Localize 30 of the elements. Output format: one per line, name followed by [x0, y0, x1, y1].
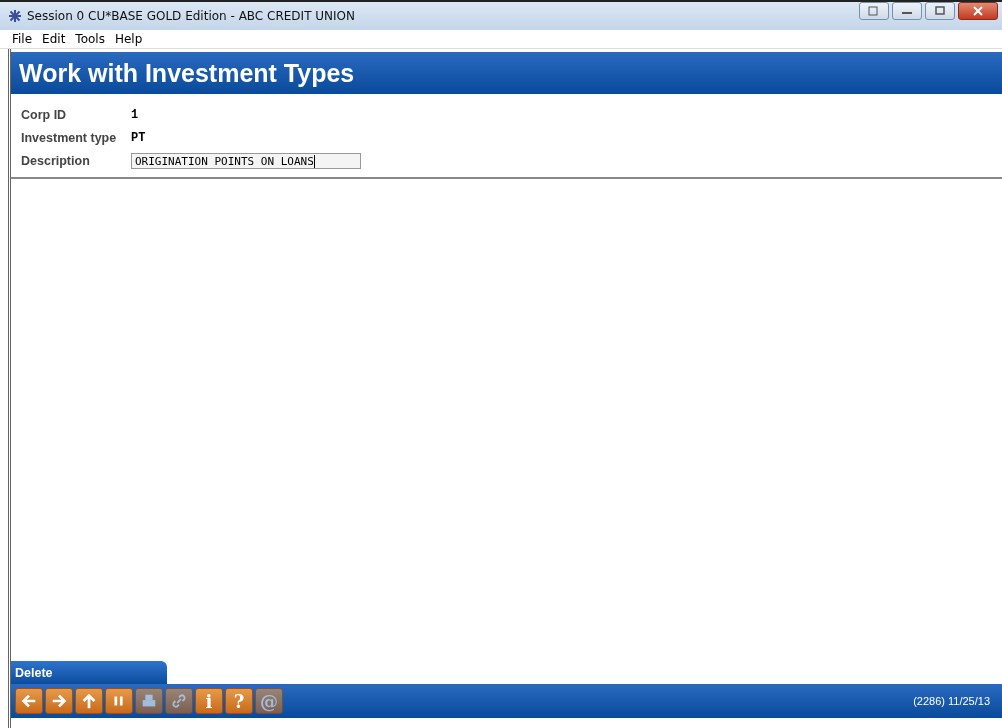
close-icon — [972, 6, 984, 16]
page-header: Work with Investment Types — [11, 52, 1002, 94]
menu-item[interactable]: Edit — [42, 32, 66, 46]
pause-button[interactable] — [105, 688, 133, 714]
field-label: Investment type — [21, 131, 118, 145]
delete-tab[interactable]: Delete — [11, 661, 167, 684]
link-icon — [170, 692, 188, 710]
description-field[interactable]: ORIGINATION POINTS ON LOANS — [131, 153, 361, 169]
maximize-button[interactable] — [925, 2, 955, 20]
left-arrow-icon — [20, 692, 38, 710]
status-text: (2286) 11/25/13 — [913, 695, 990, 707]
window-title: Session 0 CU*BASE GOLD Edition - ABC CREDIT UNION — [27, 9, 355, 23]
menu-item[interactable]: Tools — [75, 32, 105, 46]
minimize-button[interactable] — [892, 2, 922, 20]
menu-item[interactable]: Help — [114, 32, 143, 46]
asterisk-icon — [8, 9, 22, 23]
up-arrow-icon — [80, 692, 98, 710]
right-arrow-icon — [50, 692, 68, 710]
up-button[interactable] — [75, 688, 103, 714]
back-button[interactable] — [15, 688, 43, 714]
menu-item[interactable]: File — [12, 32, 33, 46]
field-label: Corp ID — [21, 108, 68, 122]
close-button[interactable] — [958, 2, 998, 20]
restore-button[interactable] — [859, 2, 889, 20]
maximize-icon — [934, 6, 946, 16]
field-value: 1 — [131, 108, 139, 122]
forward-button[interactable] — [45, 688, 73, 714]
field-value: PT — [131, 131, 146, 145]
field-label: Description — [21, 154, 91, 168]
window-icon — [868, 6, 880, 16]
